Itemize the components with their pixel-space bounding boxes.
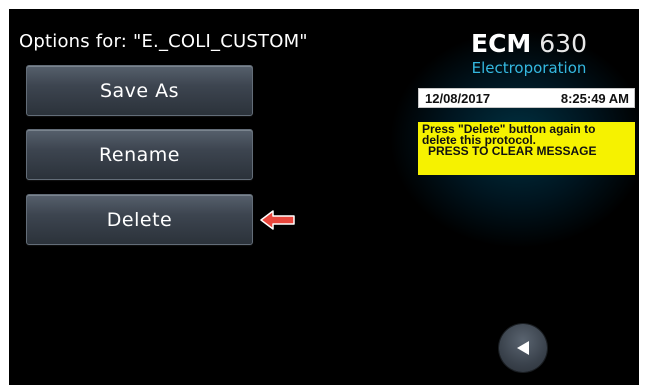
alert-message[interactable]: Press "Delete" button again to delete th… xyxy=(418,122,635,175)
rename-button[interactable]: Rename xyxy=(26,129,253,180)
save-as-button[interactable]: Save As xyxy=(26,65,253,116)
datetime-bar: 12/08/2017 8:25:49 AM xyxy=(418,88,635,108)
logo-subtitle: Electroporation xyxy=(471,59,587,77)
device-logo: ECM 630 xyxy=(429,29,629,58)
back-button[interactable] xyxy=(499,324,547,372)
page-title: Options for: "E._COLI_CUSTOM" xyxy=(19,31,308,52)
left-arrow-icon xyxy=(260,210,295,230)
device-screen: Options for: "E._COLI_CUSTOM" Save As Re… xyxy=(9,9,639,385)
logo-model: 630 xyxy=(539,29,587,58)
delete-button[interactable]: Delete xyxy=(26,194,253,245)
time-label: 8:25:49 AM xyxy=(560,90,629,106)
date-label: 12/08/2017 xyxy=(425,90,491,106)
message-line-3: PRESS TO CLEAR MESSAGE xyxy=(428,144,597,158)
back-triangle-icon xyxy=(517,341,529,355)
logo-brand: ECM xyxy=(471,29,532,58)
